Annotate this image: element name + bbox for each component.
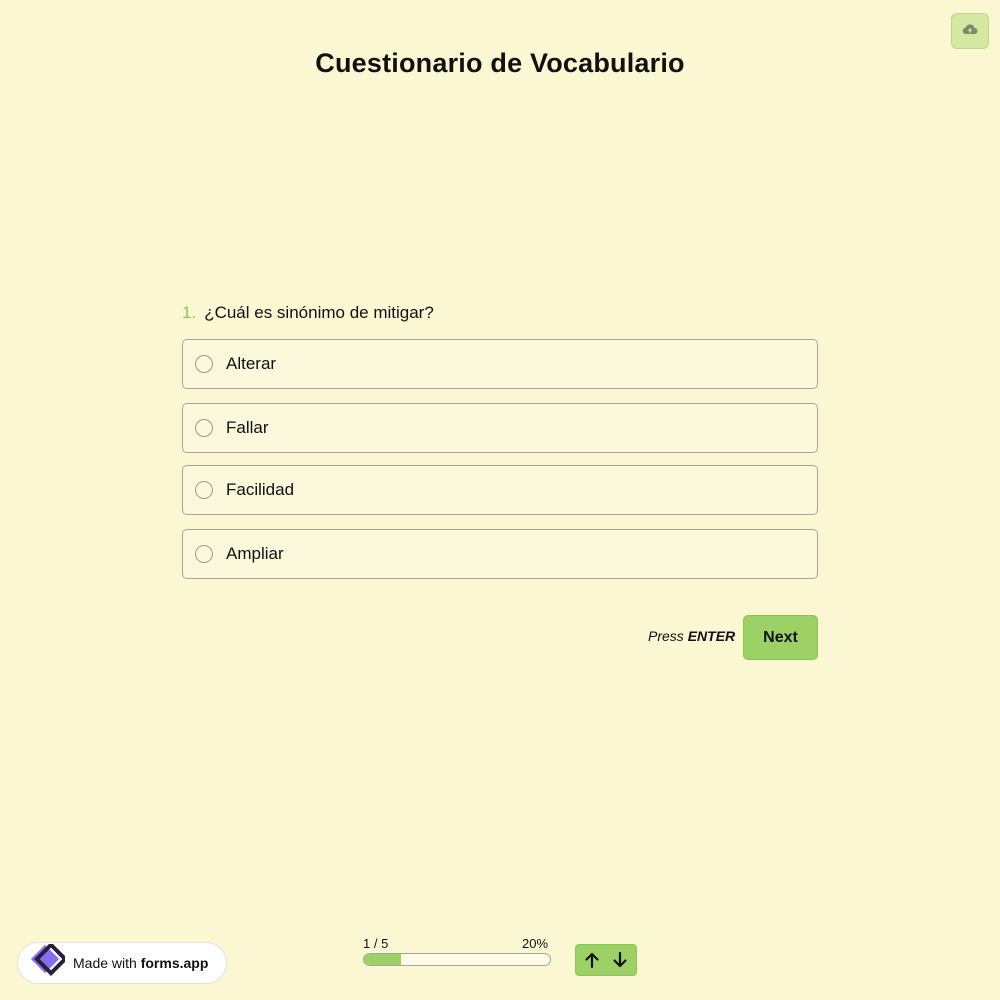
forms-app-logo-icon [27,941,68,983]
question-navigation [575,944,637,976]
arrow-up-icon [585,952,599,968]
next-question-button[interactable] [608,948,632,972]
press-hint-key: ENTER [687,628,736,644]
progress-fill [364,954,402,965]
question-number: 1. [182,303,197,322]
made-with-badge[interactable]: Made with forms.app [17,941,227,984]
radio-button[interactable] [195,355,213,373]
option-fallar[interactable]: Fallar [182,403,818,453]
option-label: Facilidad [226,480,295,499]
cloud-upload-icon [962,22,978,40]
progress-count: 1 / 5 [363,936,389,951]
option-facilidad[interactable]: Facilidad [182,465,818,515]
badge-text: Made with forms.app [73,955,208,971]
previous-question-button[interactable] [580,948,604,972]
answer-options: Alterar Fallar Facilidad Ampliar [182,339,818,593]
radio-button[interactable] [195,419,213,437]
badge-prefix: Made with [73,955,137,971]
next-button[interactable]: Next [743,615,818,660]
option-label: Ampliar [226,544,284,563]
progress-percent: 20% [522,936,549,951]
question: 1. ¿Cuál es sinónimo de mitigar? [182,303,434,323]
option-label: Alterar [226,354,277,373]
option-alterar[interactable]: Alterar [182,339,818,389]
page-title: Cuestionario de Vocabulario [315,48,685,78]
question-text: ¿Cuál es sinónimo de mitigar? [204,303,434,322]
cloud-upload-button[interactable] [951,13,989,49]
option-ampliar[interactable]: Ampliar [182,529,818,579]
badge-brand: forms.app [140,955,209,971]
press-hint-prefix: Press [648,628,684,644]
progress-bar [363,953,551,966]
radio-button[interactable] [195,481,213,499]
radio-button[interactable] [195,545,213,563]
option-label: Fallar [226,418,269,437]
arrow-down-icon [613,952,627,968]
press-enter-hint: Press ENTER [648,628,735,644]
